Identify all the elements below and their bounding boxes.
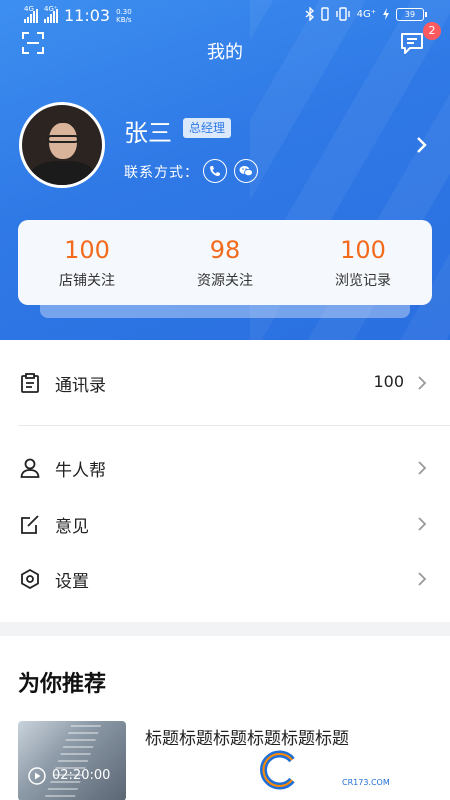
stat-value: 98 <box>209 236 241 264</box>
contacts-count: 100 <box>373 372 404 391</box>
chevron-right-icon <box>418 517 427 531</box>
stat-label: 资源关注 <box>197 273 253 289</box>
user-name: 张三 <box>124 119 172 147</box>
profile-chevron-icon[interactable] <box>414 136 428 154</box>
stat-value: 100 <box>64 236 110 264</box>
profile-header: 4G 4G⁺ 11:03 0.30 KB/s 4G⁺ 39 我的 2 张三 总经… <box>0 0 450 340</box>
charging-icon <box>383 8 389 20</box>
stat-label: 店铺关注 <box>59 273 115 289</box>
message-count-badge: 2 <box>423 22 441 40</box>
video-duration: 02:20:00 <box>52 768 111 783</box>
stat-value: 100 <box>340 236 386 264</box>
menu-item-label: 牛人帮 <box>55 461 106 481</box>
menu-item-settings[interactable]: 设置 <box>0 551 450 607</box>
vibrate-icon <box>335 7 350 21</box>
stat-resource-follow[interactable]: 98 资源关注 <box>156 236 294 290</box>
phone-icon <box>210 166 220 176</box>
edit-icon <box>21 515 39 534</box>
chevron-right-icon <box>418 461 427 475</box>
clock: 11:03 <box>64 6 111 25</box>
net-speed-unit: KB/s <box>116 15 132 24</box>
section-title: 为你推荐 <box>18 672 107 697</box>
watermark-sub: CR173.COM <box>342 778 390 787</box>
signal-label-2: 4G⁺ <box>44 4 58 13</box>
role-badge: 总经理 <box>183 118 232 138</box>
stat-label: 浏览记录 <box>335 273 391 289</box>
person-icon <box>20 458 40 478</box>
wechat-icon <box>239 166 253 177</box>
stats-card: 100 店铺关注 98 资源关注 100 浏览记录 <box>18 220 432 305</box>
menu-item-label: 意见 <box>55 517 89 537</box>
status-bar: 4G 4G⁺ 11:03 0.30 KB/s 4G⁺ 39 <box>0 0 450 32</box>
message-icon[interactable] <box>400 32 424 54</box>
battery-icon: 39 <box>396 7 427 21</box>
menu-item-feedback[interactable]: 意见 <box>0 496 450 552</box>
signal-icon-2: 4G⁺ <box>44 5 58 23</box>
contact-label: 联系方式： <box>124 165 199 181</box>
menu-item-label: 设置 <box>55 572 89 592</box>
stat-browse-history[interactable]: 100 浏览记录 <box>294 236 432 290</box>
menu-item-contacts[interactable]: 通讯录 100 <box>0 355 450 411</box>
stat-shop-follow[interactable]: 100 店铺关注 <box>18 236 156 290</box>
wechat-button[interactable] <box>234 159 258 183</box>
phone-button[interactable] <box>203 159 227 183</box>
menu-item-helper[interactable]: 牛人帮 <box>0 440 450 496</box>
recommend-item-title[interactable]: 标题标题标题标题标题标题 <box>145 724 349 749</box>
chevron-right-icon <box>418 376 427 390</box>
signal-label: 4G <box>24 4 34 13</box>
signal-icon: 4G <box>24 5 38 23</box>
page-title: 我的 <box>207 42 243 63</box>
play-icon <box>28 767 46 785</box>
divider <box>18 425 450 426</box>
avatar[interactable] <box>19 102 105 188</box>
watermark-c-icon <box>260 750 295 790</box>
settings-icon <box>21 569 39 589</box>
video-thumbnail[interactable]: 02:20:00 <box>18 721 126 800</box>
net-speed: 0.30 KB/s <box>116 8 132 24</box>
nfc-icon <box>320 7 329 21</box>
clipboard-icon <box>21 373 39 393</box>
menu-item-label: 通讯录 <box>55 376 106 396</box>
watermark-logo: 西西软件园 CR173.COM <box>258 750 430 790</box>
network-type: 4G⁺ <box>356 8 376 20</box>
chevron-right-icon <box>418 572 427 586</box>
bluetooth-icon <box>305 7 314 21</box>
net-speed-value: 0.30 <box>116 7 132 16</box>
